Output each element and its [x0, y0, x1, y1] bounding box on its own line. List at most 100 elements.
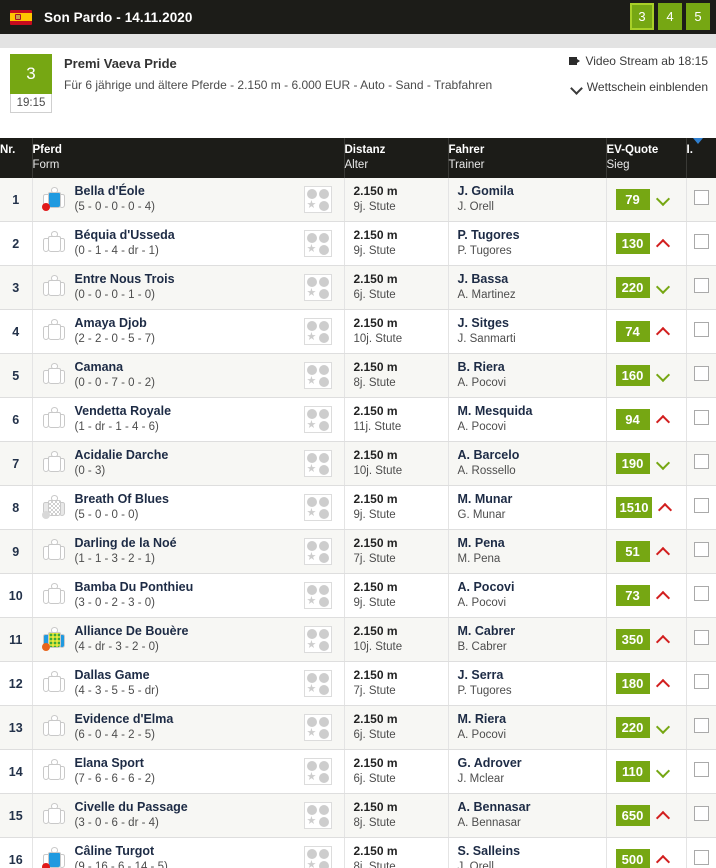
horse-name[interactable]: Bella d'Éole — [75, 184, 156, 199]
driver-name[interactable]: B. Riera — [458, 360, 606, 375]
horse-name[interactable]: Entre Nous Trois — [75, 272, 175, 287]
select-checkbox[interactable] — [693, 233, 709, 249]
odds-badge[interactable]: 220 — [615, 277, 650, 298]
select-checkbox[interactable] — [693, 629, 709, 645]
rating-icons-box[interactable]: ★ — [303, 494, 332, 521]
col-header-horse[interactable]: Pferd Form — [32, 138, 345, 178]
select-checkbox[interactable] — [693, 409, 709, 425]
driver-name[interactable]: G. Adrover — [458, 756, 606, 771]
select-checkbox[interactable] — [693, 717, 709, 733]
select-checkbox[interactable] — [693, 189, 709, 205]
horse-name[interactable]: Dallas Game — [75, 668, 159, 683]
table-row[interactable]: 10 Bamba Du Ponthieu (3 - 0 - 2 - 3 - 0) ★ 2… — [0, 573, 716, 618]
select-checkbox[interactable] — [693, 321, 709, 337]
odds-badge[interactable]: 79 — [615, 189, 650, 210]
select-checkbox[interactable] — [693, 585, 709, 601]
driver-name[interactable]: A. Barcelo — [458, 448, 606, 463]
col-header-odds[interactable]: EV-Quote Sieg — [606, 138, 687, 178]
odds-badge[interactable]: 1510 — [615, 497, 653, 518]
table-row[interactable]: 1 Bella d'Éole (5 - 0 - 0 - 0 - 4) ★ 2.150 m… — [0, 178, 716, 222]
race-number-badge[interactable]: 3 19:15 — [10, 54, 52, 113]
rating-icons-box[interactable]: ★ — [303, 450, 332, 477]
table-row[interactable]: 6 Vendetta Royale (1 - dr - 1 - 4 - 6) ★ 2.1… — [0, 397, 716, 442]
table-row[interactable]: 4 Amaya Djob (2 - 2 - 0 - 5 - 7) ★ 2.150 m 10… — [0, 309, 716, 354]
table-row[interactable]: 5 Camana (0 - 0 - 7 - 0 - 2) ★ 2.150 m 8j. St… — [0, 353, 716, 398]
horse-name[interactable]: Bamba Du Ponthieu — [75, 580, 194, 595]
odds-badge[interactable]: 220 — [615, 717, 650, 738]
table-row[interactable]: 3 Entre Nous Trois (0 - 0 - 0 - 1 - 0) ★ 2.1… — [0, 265, 716, 310]
driver-name[interactable]: J. Sitges — [458, 316, 606, 331]
driver-name[interactable]: S. Salleins — [458, 844, 606, 859]
driver-name[interactable]: M. Cabrer — [458, 624, 606, 639]
odds-badge[interactable]: 350 — [615, 629, 650, 650]
horse-name[interactable]: Vendetta Royale — [75, 404, 172, 419]
horse-name[interactable]: Amaya Djob — [75, 316, 156, 331]
driver-name[interactable]: J. Serra — [458, 668, 606, 683]
horse-name[interactable]: Breath Of Blues — [75, 492, 169, 507]
table-row[interactable]: 12 Dallas Game (4 - 3 - 5 - 5 - dr) ★ 2.150 … — [0, 661, 716, 706]
rating-icons-box[interactable]: ★ — [303, 538, 332, 565]
driver-name[interactable]: M. Munar — [458, 492, 606, 507]
col-header-select[interactable]: I. — [686, 138, 716, 178]
race-tab-3[interactable]: 3 — [630, 3, 654, 30]
odds-badge[interactable]: 110 — [615, 761, 650, 782]
rating-icons-box[interactable]: ★ — [303, 714, 332, 741]
select-checkbox[interactable] — [693, 849, 709, 865]
select-checkbox[interactable] — [693, 277, 709, 293]
table-row[interactable]: 9 Darling de la Noé (1 - 1 - 3 - 2 - 1) ★ 2.… — [0, 529, 716, 574]
select-checkbox[interactable] — [693, 497, 709, 513]
select-checkbox[interactable] — [693, 673, 709, 689]
driver-name[interactable]: A. Pocovi — [458, 580, 606, 595]
col-header-distance[interactable]: Distanz Alter — [344, 138, 449, 178]
horse-name[interactable]: Evidence d'Elma — [75, 712, 174, 727]
driver-name[interactable]: M. Riera — [458, 712, 606, 727]
horse-name[interactable]: Acidalie Darche — [75, 448, 169, 463]
table-row[interactable]: 16 Câline Turgot (9 - 16 - 6 - 14 - 5) ★ 2.1… — [0, 837, 716, 868]
race-tab-5[interactable]: 5 — [686, 3, 710, 30]
odds-badge[interactable]: 73 — [615, 585, 650, 606]
horse-name[interactable]: Darling de la Noé — [75, 536, 177, 551]
driver-name[interactable]: M. Mesquida — [458, 404, 606, 419]
horse-name[interactable]: Camana — [75, 360, 156, 375]
rating-icons-box[interactable]: ★ — [303, 758, 332, 785]
odds-badge[interactable]: 650 — [615, 805, 650, 826]
rating-icons-box[interactable]: ★ — [303, 186, 332, 213]
driver-name[interactable]: M. Pena — [458, 536, 606, 551]
rating-icons-box[interactable]: ★ — [303, 670, 332, 697]
rating-icons-box[interactable]: ★ — [303, 582, 332, 609]
driver-name[interactable]: A. Bennasar — [458, 800, 606, 815]
driver-name[interactable]: J. Bassa — [458, 272, 606, 287]
odds-badge[interactable]: 74 — [615, 321, 650, 342]
rating-icons-box[interactable]: ★ — [303, 230, 332, 257]
select-checkbox[interactable] — [693, 805, 709, 821]
odds-badge[interactable]: 51 — [615, 541, 650, 562]
table-row[interactable]: 13 Evidence d'Elma (6 - 0 - 4 - 2 - 5) ★ 2.1… — [0, 705, 716, 750]
odds-badge[interactable]: 160 — [615, 365, 650, 386]
horse-name[interactable]: Béquia d'Usseda — [75, 228, 175, 243]
table-row[interactable]: 2 Béquia d'Usseda (0 - 1 - 4 - dr - 1) ★ 2.1… — [0, 221, 716, 266]
col-header-nr[interactable]: Nr. — [0, 138, 33, 178]
betslip-toggle-link[interactable]: Wettschein einblenden — [569, 80, 708, 94]
table-row[interactable]: 14 Elana Sport (7 - 6 - 6 - 6 - 2) ★ 2.150 m… — [0, 749, 716, 794]
driver-name[interactable]: P. Tugores — [458, 228, 606, 243]
horse-name[interactable]: Alliance De Bouère — [75, 624, 189, 639]
rating-icons-box[interactable]: ★ — [303, 626, 332, 653]
rating-icons-box[interactable]: ★ — [303, 274, 332, 301]
odds-badge[interactable]: 94 — [615, 409, 650, 430]
odds-badge[interactable]: 130 — [615, 233, 650, 254]
select-checkbox[interactable] — [693, 541, 709, 557]
horse-name[interactable]: Elana Sport — [75, 756, 156, 771]
rating-icons-box[interactable]: ★ — [303, 846, 332, 868]
rating-icons-box[interactable]: ★ — [303, 318, 332, 345]
table-row[interactable]: 11 Alliance De Bouère (4 - dr - 3 - 2 - 0)… — [0, 617, 716, 662]
select-checkbox[interactable] — [693, 761, 709, 777]
select-checkbox[interactable] — [693, 365, 709, 381]
odds-badge[interactable]: 180 — [615, 673, 650, 694]
table-row[interactable]: 7 Acidalie Darche (0 - 3) ★ 2.150 m 10j. Stut… — [0, 441, 716, 486]
odds-badge[interactable]: 190 — [615, 453, 650, 474]
horse-name[interactable]: Civelle du Passage — [75, 800, 188, 815]
rating-icons-box[interactable]: ★ — [303, 362, 332, 389]
col-header-driver[interactable]: Fahrer Trainer — [448, 138, 607, 178]
rating-icons-box[interactable]: ★ — [303, 802, 332, 829]
horse-name[interactable]: Câline Turgot — [75, 844, 168, 859]
